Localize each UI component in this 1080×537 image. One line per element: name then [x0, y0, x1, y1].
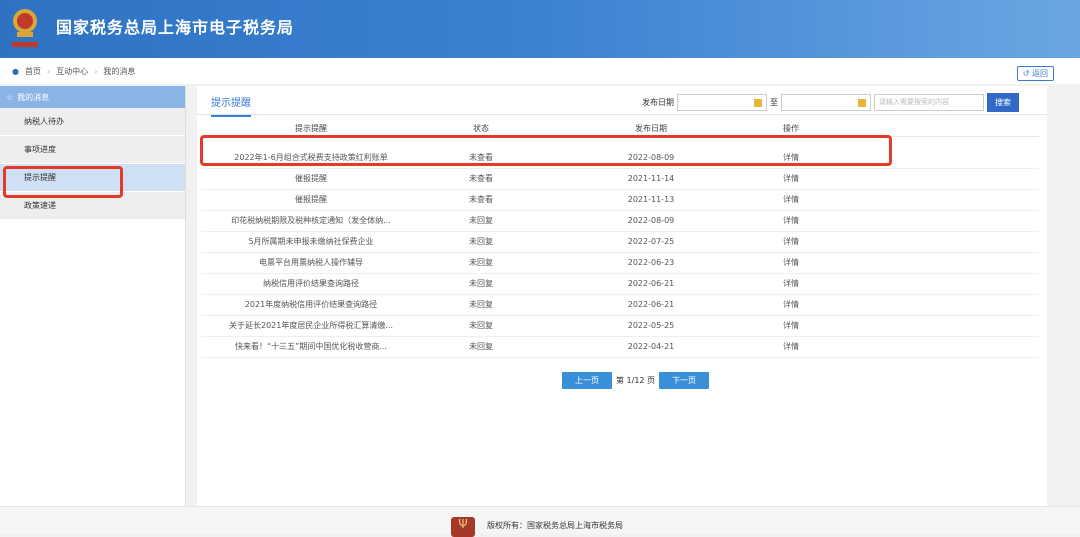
row-date: 2022-07-25	[541, 231, 761, 253]
row-date: 2021-11-13	[541, 189, 761, 211]
row-detail-link[interactable]: 详情	[761, 294, 821, 316]
row-date: 2022-05-25	[541, 315, 761, 337]
table-row: 电票平台用票纳税人操作辅导 未回复 2022-06-23 详情	[201, 252, 1039, 274]
sidebar-item-progress[interactable]: 事项进度	[0, 136, 185, 164]
row-status: 未回复	[421, 273, 541, 295]
back-label: 返回	[1032, 69, 1048, 78]
row-status: 未回复	[421, 210, 541, 232]
site-title: 国家税务总局上海市电子税务局	[56, 18, 295, 37]
table-row: 5月所属期未申报未缴纳社保费企业 未回复 2022-07-25 详情	[201, 231, 1039, 253]
table-row: 催报提醒 未查看 2021-11-14 详情	[201, 168, 1039, 190]
breadcrumb: ● 首页 › 互动中心 › 我的消息	[0, 58, 1080, 84]
header: 国家税务总局上海市电子税务局	[0, 0, 1080, 58]
row-date: 2022-06-23	[541, 252, 761, 274]
search-input[interactable]: 请输入需要搜索的内容	[874, 94, 984, 111]
row-title: 2021年度纳税信用评价结果查询路径	[201, 294, 421, 316]
footer: Ψ 版权所有：国家税务总局上海市税务局	[0, 506, 1080, 537]
row-title: 纳税信用评价结果查询路径	[201, 273, 421, 295]
row-detail-link[interactable]: 详情	[761, 168, 821, 190]
sidebar: ☆ 我的消息 纳税人待办 事项进度 提示提醒 政策速递	[0, 86, 186, 506]
row-date: 2022-04-21	[541, 336, 761, 358]
calendar-icon[interactable]	[858, 99, 866, 107]
location-icon: ●	[12, 66, 19, 76]
pagination: 上一页 第 1/12 页 下一页	[562, 372, 710, 389]
tax-bureau-logo: Ψ	[451, 517, 475, 537]
calendar-icon[interactable]	[754, 99, 762, 107]
breadcrumb-messages: 我的消息	[103, 66, 136, 76]
breadcrumb-interaction[interactable]: 互动中心	[56, 66, 88, 77]
col-status: 状态	[421, 122, 541, 137]
filter-bar: 发布日期 至 请输入需要搜索的内容 搜索	[642, 93, 1019, 112]
row-title: 5月所属期未申报未缴纳社保费企业	[201, 231, 421, 253]
back-button[interactable]: ↺ 返回	[1016, 66, 1054, 81]
row-status: 未回复	[421, 294, 541, 316]
sidebar-heading-label: 我的消息	[17, 92, 50, 102]
sidebar-heading: ☆ 我的消息	[0, 86, 185, 108]
prev-page-button[interactable]: 上一页	[562, 372, 612, 389]
row-detail-link[interactable]: 详情	[761, 231, 821, 253]
date-to-input[interactable]	[781, 94, 871, 111]
row-detail-link[interactable]: 详情	[761, 273, 821, 295]
row-date: 2022-06-21	[541, 273, 761, 295]
row-date: 2022-08-09	[541, 210, 761, 232]
next-page-button[interactable]: 下一页	[659, 372, 710, 389]
highlight-box-row	[200, 135, 892, 166]
return-icon: ↺	[1022, 69, 1032, 78]
row-detail-link[interactable]: 详情	[761, 189, 821, 211]
row-title: 催报提醒	[201, 168, 421, 190]
row-status: 未回复	[421, 315, 541, 337]
sidebar-item-taxpayer-todo[interactable]: 纳税人待办	[0, 108, 185, 136]
col-action: 操作	[761, 122, 821, 137]
row-detail-link[interactable]: 详情	[761, 336, 821, 358]
row-title: 关于延长2021年度居民企业所得税汇算清缴...	[201, 315, 421, 337]
row-title: 快来看！“十三五”期间中国优化税收营商...	[201, 336, 421, 358]
table-row: 纳税信用评价结果查询路径 未回复 2022-06-21 详情	[201, 273, 1039, 295]
row-detail-link[interactable]: 详情	[761, 252, 821, 274]
table-row: 催报提醒 未查看 2021-11-13 详情	[201, 189, 1039, 211]
row-status: 未查看	[421, 168, 541, 190]
row-status: 未回复	[421, 231, 541, 253]
copyright-text: 版权所有：国家税务总局上海市税务局	[487, 521, 623, 530]
row-detail-link[interactable]: 详情	[761, 315, 821, 337]
search-button[interactable]: 搜索	[987, 93, 1019, 112]
row-date: 2022-06-21	[541, 294, 761, 316]
tax-emblem-logo	[12, 9, 38, 47]
row-status: 未查看	[421, 189, 541, 211]
star-icon: ☆	[6, 92, 14, 102]
date-label: 发布日期	[642, 98, 674, 107]
row-status: 未回复	[421, 336, 541, 358]
row-detail-link[interactable]: 详情	[761, 210, 821, 232]
row-title: 电票平台用票纳税人操作辅导	[201, 252, 421, 274]
table-row: 快来看！“十三五”期间中国优化税收营商... 未回复 2022-04-21 详情	[201, 336, 1039, 358]
row-date: 2021-11-14	[541, 168, 761, 190]
table-row: 印花税纳税期限及税种核定通知（发全体纳... 未回复 2022-08-09 详情	[201, 210, 1039, 232]
page-info: 第 1/12 页	[616, 376, 656, 385]
table-row: 关于延长2021年度居民企业所得税汇算清缴... 未回复 2022-05-25 详情	[201, 315, 1039, 337]
row-title: 印花税纳税期限及税种核定通知（发全体纳...	[201, 210, 421, 232]
highlight-box-sidebar	[3, 166, 123, 198]
table-row: 2021年度纳税信用评价结果查询路径 未回复 2022-06-21 详情	[201, 294, 1039, 316]
col-date: 发布日期	[541, 122, 761, 137]
col-title: 提示提醒	[201, 122, 421, 137]
to-label: 至	[770, 98, 778, 107]
row-status: 未回复	[421, 252, 541, 274]
row-title: 催报提醒	[201, 189, 421, 211]
date-from-input[interactable]	[677, 94, 767, 111]
breadcrumb-home[interactable]: 首页	[25, 66, 41, 77]
